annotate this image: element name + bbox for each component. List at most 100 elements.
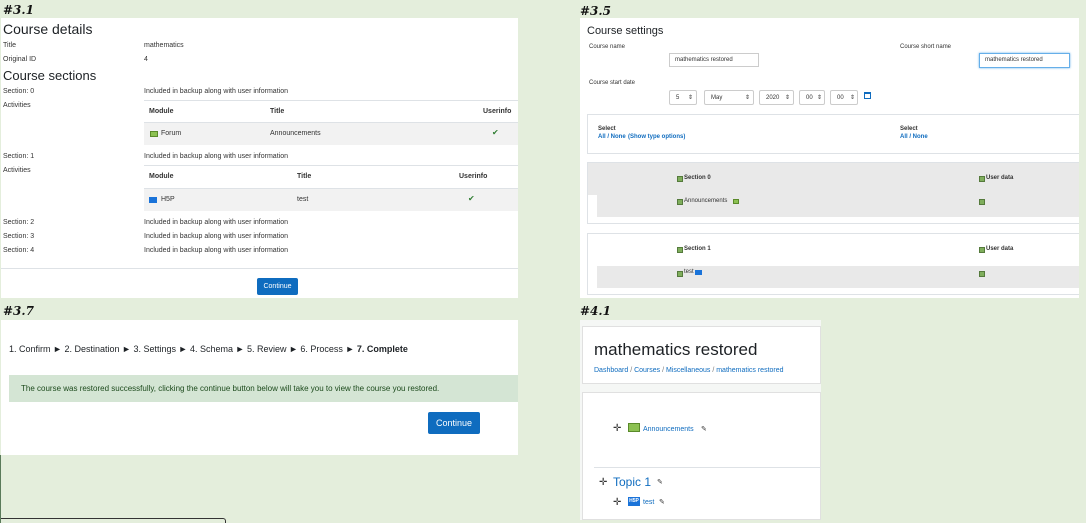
stepper-icon: ⇕ bbox=[849, 95, 855, 101]
divider bbox=[0, 455, 1, 523]
short-name-input[interactable]: mathematics restored bbox=[979, 53, 1070, 68]
edit-icon[interactable]: ✎ bbox=[659, 498, 665, 506]
step-separator: ► bbox=[53, 344, 62, 354]
move-icon[interactable]: ✛ bbox=[613, 497, 621, 508]
activity-checkbox[interactable] bbox=[677, 271, 683, 277]
section-label: Section: 3 bbox=[3, 233, 35, 240]
activities-label: Activities bbox=[3, 102, 31, 109]
stepper-icon: ⇕ bbox=[816, 95, 822, 101]
col-title: Title bbox=[297, 173, 312, 180]
continue-button[interactable]: Continue bbox=[428, 412, 480, 434]
check-icon: ✔ bbox=[468, 194, 475, 203]
col-title: Title bbox=[270, 108, 285, 115]
page-title: mathematics restored bbox=[594, 340, 758, 359]
select-label: Select bbox=[900, 126, 918, 132]
start-date-label: Course start date bbox=[589, 80, 636, 86]
section-checkbox[interactable] bbox=[677, 176, 683, 182]
month-select[interactable]: May ⇕ bbox=[704, 90, 754, 105]
success-alert: The course was restored successfully, cl… bbox=[9, 375, 518, 402]
breadcrumb-miscellaneous[interactable]: Miscellaneous bbox=[666, 367, 710, 374]
edit-icon[interactable]: ✎ bbox=[701, 425, 707, 433]
minute-value: 00 bbox=[837, 95, 844, 101]
stepper-icon: ⇕ bbox=[744, 95, 750, 101]
userdata-checkbox[interactable] bbox=[979, 271, 985, 277]
col-userinfo: Userinfo bbox=[483, 108, 512, 115]
divider bbox=[144, 165, 518, 166]
activity-row bbox=[597, 266, 1079, 288]
userdata-checkbox[interactable] bbox=[979, 199, 985, 205]
select-label: Select bbox=[598, 126, 616, 132]
section-title: Section 0 bbox=[684, 175, 711, 181]
success-message: The course was restored successfully, cl… bbox=[21, 384, 440, 393]
col-module: Module bbox=[149, 173, 174, 180]
section-title: Section 1 bbox=[684, 246, 711, 252]
step-label: 5. Review bbox=[246, 344, 287, 354]
day-select[interactable]: 5 ⇕ bbox=[669, 90, 697, 105]
year-select[interactable]: 2020 ⇕ bbox=[759, 90, 794, 105]
step-label: 1. Confirm bbox=[9, 344, 51, 354]
short-name-label: Course short name bbox=[900, 44, 952, 50]
course-name-input[interactable]: mathematics restored bbox=[669, 53, 759, 67]
hour-select[interactable]: 00 ⇕ bbox=[799, 90, 825, 105]
breadcrumb-dashboard[interactable]: Dashboard bbox=[594, 367, 628, 374]
original-id-value: 4 bbox=[144, 56, 148, 63]
section-label: Section: 2 bbox=[3, 219, 35, 226]
row-module: H5P bbox=[161, 196, 175, 203]
row-module: Forum bbox=[161, 130, 182, 137]
section-included-text: Included in backup along with user infor… bbox=[144, 247, 288, 254]
section-checkbox[interactable] bbox=[677, 247, 683, 253]
restore-complete-panel: 1. Confirm ► 2. Destination ► 3. Setting… bbox=[1, 320, 518, 455]
stepper-breadcrumb: 1. Confirm ► 2. Destination ► 3. Setting… bbox=[9, 344, 408, 354]
course-details-panel: Course details Title mathematics Origina… bbox=[1, 18, 518, 298]
col-module: Module bbox=[149, 108, 174, 115]
section-included-text: Included in backup along with user infor… bbox=[144, 219, 288, 226]
row-title: test bbox=[297, 196, 309, 203]
section-label: Section: 4 bbox=[3, 247, 35, 254]
edit-icon[interactable]: ✎ bbox=[657, 478, 663, 486]
step-separator: ► bbox=[178, 344, 188, 354]
breadcrumb-courses[interactable]: Courses bbox=[634, 367, 660, 374]
userdata-checkbox[interactable] bbox=[979, 176, 985, 182]
step-label: 4. Schema bbox=[189, 344, 233, 354]
topic-title[interactable]: Topic 1 bbox=[613, 475, 651, 489]
move-icon[interactable]: ✛ bbox=[613, 423, 621, 434]
hour-value: 00 bbox=[806, 95, 813, 101]
table-row: Forum Announcements ✔ bbox=[144, 122, 518, 145]
month-value: May bbox=[711, 95, 723, 101]
continue-button[interactable]: Continue bbox=[257, 278, 298, 295]
test-activity-link[interactable]: test bbox=[643, 499, 654, 506]
forum-icon bbox=[733, 199, 739, 204]
course-page-panel: mathematics restored Dashboard / Courses… bbox=[580, 320, 821, 520]
section-included-text: Included in backup along with user infor… bbox=[144, 88, 288, 95]
course-settings-heading: Course settings bbox=[587, 25, 664, 37]
table-row: H5P test ✔ bbox=[144, 188, 518, 211]
h5p-icon bbox=[149, 197, 157, 203]
stepper-icon: ⇕ bbox=[784, 95, 790, 101]
calendar-icon[interactable] bbox=[864, 92, 871, 99]
breadcrumb-course[interactable]: mathematics restored bbox=[716, 367, 783, 374]
step-separator: ► bbox=[122, 344, 131, 354]
col-userinfo: Userinfo bbox=[459, 173, 488, 180]
activity-checkbox[interactable] bbox=[677, 199, 683, 205]
section-label: Section: 1 bbox=[3, 153, 35, 160]
show-type-options-link[interactable]: (Show type options) bbox=[628, 134, 685, 140]
panel-tag-3-1: #3.1 bbox=[3, 3, 34, 17]
h5p-icon: H5P bbox=[628, 497, 640, 506]
move-icon[interactable]: ✛ bbox=[599, 477, 607, 488]
divider bbox=[144, 100, 518, 101]
all-none-link[interactable]: All / None bbox=[598, 134, 626, 140]
row-title: Announcements bbox=[270, 130, 321, 137]
course-sections-heading: Course sections bbox=[3, 68, 97, 83]
year-value: 2020 bbox=[766, 95, 780, 101]
minute-select[interactable]: 00 ⇕ bbox=[830, 90, 858, 105]
h5p-icon bbox=[695, 270, 702, 275]
divider bbox=[594, 467, 821, 468]
select-box: Select All / None (Show type options) Se… bbox=[587, 114, 1079, 154]
announcements-link[interactable]: Announcements bbox=[643, 426, 694, 433]
userdata-checkbox[interactable] bbox=[979, 247, 985, 253]
day-value: 5 bbox=[676, 95, 680, 101]
activity-title: test bbox=[684, 269, 694, 275]
panel-tag-3-5: #3.5 bbox=[580, 4, 611, 18]
step-current: 7. Complete bbox=[356, 344, 408, 354]
all-none-link[interactable]: All / None bbox=[900, 134, 928, 140]
